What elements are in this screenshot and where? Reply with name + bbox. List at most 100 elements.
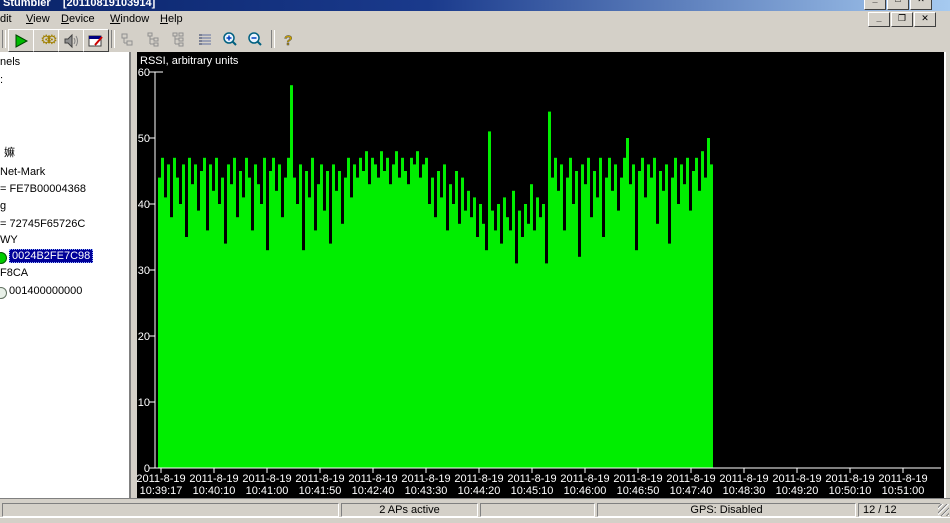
green-dot-ap-icon <box>0 252 7 264</box>
svg-text:2011-8-19: 2011-8-19 <box>348 473 397 485</box>
svg-text:2011-8-19: 2011-8-19 <box>719 473 768 485</box>
svg-text:10:48:30: 10:48:30 <box>723 485 766 497</box>
status-panel-gps: GPS: Disabled <box>597 503 856 517</box>
help-icon[interactable]: ? <box>276 29 300 50</box>
expand-all-icon-glyph <box>171 31 189 49</box>
tree-item-label: F8CA <box>0 267 28 279</box>
svg-text:2011-8-19: 2011-8-19 <box>772 473 821 485</box>
svg-text:40: 40 <box>138 199 150 211</box>
menu-item-window[interactable]: Window <box>108 12 151 27</box>
svg-text:10:46:00: 10:46:00 <box>564 485 607 497</box>
tree-item-label: g <box>0 200 6 212</box>
tree-item-label: Net-Mark <box>0 166 45 178</box>
svg-text:2011-8-19: 2011-8-19 <box>137 473 186 485</box>
menu-item-dit[interactable]: dit <box>0 12 14 27</box>
zoom-out-icon[interactable] <box>243 29 267 50</box>
toolbar-grip <box>2 30 6 48</box>
pale-dot-ap-icon <box>0 287 7 299</box>
svg-text:60: 60 <box>138 67 150 79</box>
tree-item-0[interactable]: nels <box>0 56 20 69</box>
properties-icon-glyph <box>87 32 105 50</box>
svg-text:?: ? <box>284 32 293 48</box>
svg-text:30: 30 <box>138 265 150 277</box>
tree-item-9[interactable]: F8CA <box>0 267 28 280</box>
resize-grip[interactable] <box>938 504 949 516</box>
title-bar[interactable]: Stumbler [20110819103914] _ □ ✕ <box>0 0 950 11</box>
zoom-in-icon[interactable] <box>218 29 242 50</box>
svg-text:2011-8-19: 2011-8-19 <box>189 473 238 485</box>
svg-text:10:42:40: 10:42:40 <box>352 485 395 497</box>
tree-item-label: = 72745F65726C <box>0 218 85 230</box>
rssi-chart-svg: 01020304050602011-8-1910:39:172011-8-191… <box>137 52 944 498</box>
mdi-minimize-button[interactable]: _ <box>868 12 890 27</box>
mdi-button-group: _ ❐ ✕ <box>868 12 936 27</box>
menu-item-help[interactable]: Help <box>158 12 185 27</box>
status-panel-spare <box>480 503 595 517</box>
properties-icon[interactable] <box>83 29 109 52</box>
svg-text:50: 50 <box>138 133 150 145</box>
expand-branch-icon-glyph <box>145 31 163 49</box>
svg-text:10:44:20: 10:44:20 <box>458 485 501 497</box>
svg-text:10:47:40: 10:47:40 <box>670 485 713 497</box>
network-tree-panel[interactable]: nels: 纟嫲 Net-Mark = FE7B00004368 g = 72745F65… <box>0 52 129 498</box>
toolbar-separator <box>271 30 275 48</box>
svg-text:10:46:50: 10:46:50 <box>617 485 660 497</box>
play-icon-glyph <box>12 32 30 50</box>
mdi-close-button[interactable]: ✕ <box>914 12 936 27</box>
tree-item-label: 001400000000 <box>9 285 82 297</box>
toolbar: ⚙⚙? <box>0 28 950 53</box>
svg-text:2011-8-19: 2011-8-19 <box>613 473 662 485</box>
svg-text:10:43:30: 10:43:30 <box>405 485 448 497</box>
collapse-tree-icon-glyph <box>119 31 137 49</box>
gears-glyph: ⚙⚙ <box>40 33 51 48</box>
collapse-tree-icon <box>116 29 140 50</box>
svg-text:10:40:10: 10:40:10 <box>193 485 236 497</box>
tree-item-1[interactable]: : <box>0 74 3 87</box>
svg-text:20: 20 <box>138 331 150 343</box>
mdi-restore-button[interactable]: ❐ <box>891 12 913 27</box>
status-panel-ap-count: 2 APs active <box>341 503 478 517</box>
window-title: Stumbler [20110819103914] <box>3 0 155 9</box>
maximize-button[interactable]: □ <box>887 0 909 10</box>
svg-text:2011-8-19: 2011-8-19 <box>242 473 291 485</box>
svg-text:10:50:10: 10:50:10 <box>829 485 872 497</box>
expand-all-icon <box>168 29 192 50</box>
tree-item-8[interactable]: 0024B2FE7C98 <box>0 250 93 263</box>
tree-item-6[interactable]: = 72745F65726C <box>0 218 85 231</box>
svg-text:10:41:00: 10:41:00 <box>246 485 289 497</box>
details-view-icon[interactable] <box>193 29 217 50</box>
status-bar: 2 APs active GPS: Disabled12 / 12 <box>0 503 950 517</box>
tree-item-3[interactable]: Net-Mark <box>0 166 45 179</box>
details-view-icon-glyph <box>196 31 214 49</box>
svg-text:2011-8-19: 2011-8-19 <box>666 473 715 485</box>
menu-item-view[interactable]: View <box>24 12 52 27</box>
speaker-icon-glyph <box>62 32 80 50</box>
rssi-chart[interactable]: 01020304050602011-8-1910:39:172011-8-191… <box>137 52 944 498</box>
close-button[interactable]: ✕ <box>910 0 932 10</box>
gears-options-icon[interactable]: ⚙⚙ <box>33 29 59 52</box>
tree-item-5[interactable]: g <box>0 200 6 213</box>
svg-text:10:45:10: 10:45:10 <box>511 485 554 497</box>
play-icon[interactable] <box>8 29 34 52</box>
tree-item-4[interactable]: = FE7B00004368 <box>0 183 86 196</box>
svg-text:10: 10 <box>138 397 150 409</box>
status-panel-main <box>2 503 339 517</box>
tree-item-label: : <box>0 74 3 86</box>
menu-item-device[interactable]: Device <box>59 12 97 27</box>
tree-item-7[interactable]: WY <box>0 234 18 247</box>
tree-item-label: 纟嫲 <box>0 147 15 159</box>
caption-button-group: _ □ ✕ <box>864 0 932 10</box>
status-panel-page: 12 / 12 <box>858 503 941 517</box>
tree-item-2[interactable]: 纟嫲 <box>0 147 15 160</box>
window-right-border <box>946 11 950 498</box>
tree-item-10[interactable]: 001400000000 <box>0 285 82 298</box>
svg-text:10:49:20: 10:49:20 <box>776 485 819 497</box>
minimize-button[interactable]: _ <box>864 0 886 10</box>
svg-text:2011-8-19: 2011-8-19 <box>454 473 503 485</box>
toolbar-separator <box>111 30 115 48</box>
svg-text:10:51:00: 10:51:00 <box>882 485 925 497</box>
svg-text:2011-8-19: 2011-8-19 <box>401 473 450 485</box>
svg-text:2011-8-19: 2011-8-19 <box>295 473 344 485</box>
speaker-icon[interactable] <box>58 29 84 52</box>
svg-text:2011-8-19: 2011-8-19 <box>507 473 556 485</box>
